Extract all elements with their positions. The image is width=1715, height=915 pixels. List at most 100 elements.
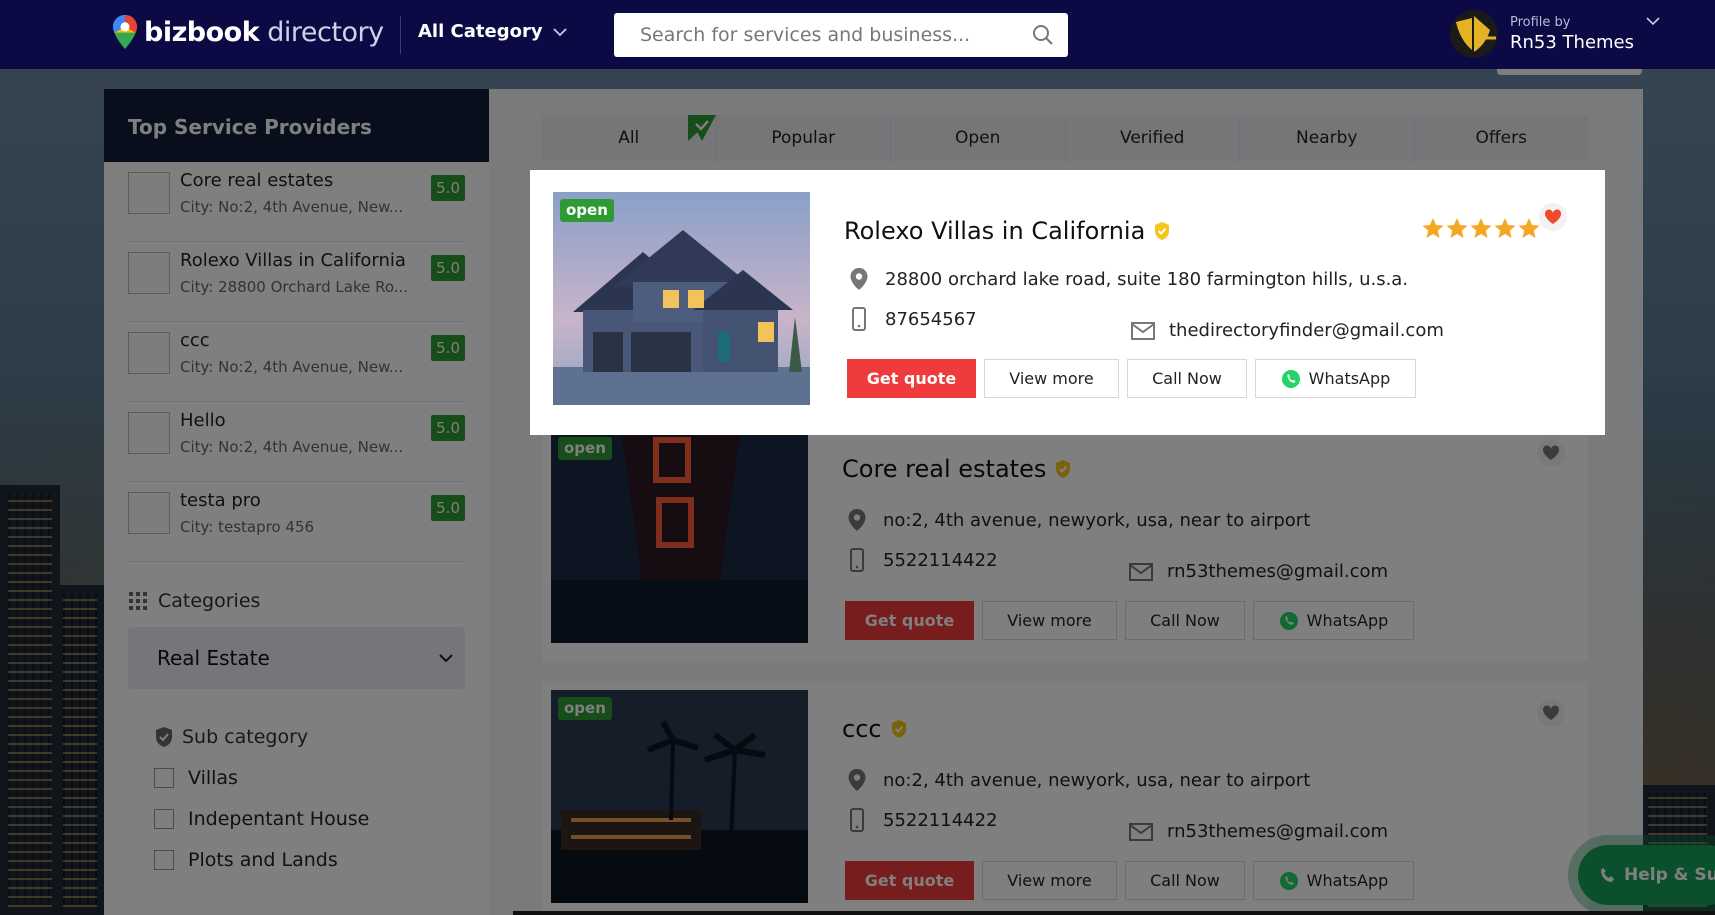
star-icon	[1422, 218, 1444, 238]
highlighted-listing: open Rolexo Villas in California 28800 o…	[530, 170, 1605, 435]
chevron-down-icon	[439, 654, 453, 663]
listing-image[interactable]: open	[553, 192, 810, 405]
mail-icon	[1131, 321, 1155, 340]
listing-image[interactable]: open	[551, 690, 808, 903]
address-text: no:2, 4th avenue, newyork, usa, near to …	[883, 769, 1311, 791]
subcategory-option[interactable]: Indepentant House	[154, 808, 439, 830]
provider-name: Hello	[180, 410, 226, 431]
phone-text: 87654567	[885, 308, 977, 330]
chevron-down-icon	[552, 27, 567, 36]
phone-icon	[1601, 868, 1614, 882]
tab-all[interactable]: All	[542, 115, 717, 161]
help-support-button[interactable]: Help & Su	[1578, 845, 1715, 905]
mobile-phone-icon	[852, 307, 866, 331]
subcategory-option-label: Plots and Lands	[188, 849, 338, 871]
location-pin-icon	[848, 769, 866, 791]
listing-image[interactable]: open	[551, 430, 808, 643]
view-more-button[interactable]: View more	[982, 861, 1117, 900]
subcategory-option-label: Villas	[188, 767, 238, 789]
provider-image	[128, 412, 170, 454]
map-pin-logo-icon	[113, 15, 137, 49]
header-divider	[400, 16, 401, 54]
provider-image	[128, 252, 170, 294]
phone-text: 5522114422	[883, 549, 998, 571]
listing-title[interactable]: Rolexo Villas in California	[844, 217, 1171, 245]
heart-icon	[1542, 705, 1560, 720]
category-select[interactable]: Real Estate	[128, 627, 465, 689]
whatsapp-icon	[1279, 611, 1298, 630]
provider-item[interactable]: Core real estates City: No:2, 4th Avenue…	[128, 162, 465, 242]
address-row: 28800 orchard lake road, suite 180 farmi…	[849, 267, 1408, 291]
profile-by-label: Profile by	[1510, 15, 1571, 30]
shield-check-icon	[156, 727, 172, 747]
categories-label: Categories	[158, 590, 261, 612]
checkbox[interactable]	[154, 809, 174, 829]
whatsapp-label: WhatsApp	[1306, 871, 1389, 890]
search-bar	[614, 13, 1068, 57]
favorite-button[interactable]	[1537, 699, 1565, 727]
provider-city: City: No:2, 4th Avenue, New...	[180, 358, 404, 376]
all-category-dropdown[interactable]: All Category	[418, 21, 567, 42]
profile-menu[interactable]: Profile by Rn53 Themes	[1450, 10, 1634, 58]
category-select-value: Real Estate	[157, 646, 270, 670]
listing-title[interactable]: ccc	[842, 715, 908, 743]
top-navigation-bar: bizbook directory All Category Profile b…	[0, 0, 1715, 69]
call-now-button[interactable]: Call Now	[1127, 359, 1247, 398]
mobile-phone-icon	[850, 548, 864, 572]
provider-item[interactable]: Hello City: No:2, 4th Avenue, New... 5.0	[128, 402, 465, 482]
get-quote-button[interactable]: Get quote	[845, 861, 974, 900]
whatsapp-icon	[1281, 369, 1300, 388]
email-text: rn53themes@gmail.com	[1167, 561, 1389, 582]
email-row: rn53themes@gmail.com	[1129, 561, 1388, 582]
whatsapp-button[interactable]: WhatsApp	[1253, 601, 1414, 640]
provider-item[interactable]: Rolexo Villas in California City: 28800 …	[128, 242, 465, 322]
favorite-button[interactable]	[1539, 203, 1567, 231]
checkbox[interactable]	[154, 850, 174, 870]
profile-chevron-down-icon[interactable]	[1646, 16, 1660, 26]
subcategory-option[interactable]: Plots and Lands	[154, 849, 439, 871]
provider-city: City: No:2, 4th Avenue, New...	[180, 438, 404, 456]
view-more-button[interactable]: View more	[982, 601, 1117, 640]
favorite-button[interactable]	[1537, 439, 1565, 467]
provider-image	[128, 492, 170, 534]
mail-icon	[1129, 822, 1153, 841]
call-now-button[interactable]: Call Now	[1125, 601, 1245, 640]
checkbox[interactable]	[154, 768, 174, 788]
provider-item[interactable]: ccc City: No:2, 4th Avenue, New... 5.0	[128, 322, 465, 402]
tab-open[interactable]: Open	[891, 115, 1066, 161]
provider-city: City: testapro 456	[180, 518, 315, 536]
provider-city: City: 28800 Orchard Lake Ro...	[180, 278, 409, 296]
listing-card: open ccc no:2, 4th avenue, newyork, usa,…	[542, 681, 1588, 915]
provider-name: Core real estates	[180, 170, 334, 191]
listing-title[interactable]: Core real estates	[842, 455, 1072, 483]
rating-badge: 5.0	[431, 495, 465, 521]
subcategory-option[interactable]: Villas	[154, 767, 439, 789]
profile-name: Rn53 Themes	[1510, 32, 1635, 53]
phone-row: 87654567	[849, 307, 977, 331]
sidebar-title: Top Service Providers	[104, 89, 489, 162]
search-input[interactable]	[640, 24, 1032, 46]
help-label: Help & Su	[1624, 865, 1715, 885]
provider-list: Core real estates City: No:2, 4th Avenue…	[104, 162, 489, 562]
active-check-icon	[687, 115, 716, 141]
get-quote-button[interactable]: Get quote	[845, 601, 974, 640]
top-strip	[1497, 69, 1642, 75]
logo[interactable]: bizbook directory	[112, 14, 384, 50]
house-photo	[553, 192, 810, 405]
tab-offers[interactable]: Offers	[1415, 115, 1589, 161]
open-badge: open	[560, 199, 614, 222]
provider-item[interactable]: testa pro City: testapro 456 5.0	[128, 482, 465, 562]
view-more-button[interactable]: View more	[984, 359, 1119, 398]
tab-popular[interactable]: Popular	[717, 115, 891, 161]
filter-tabs: All Popular Open Verified Nearby Offers	[542, 115, 1588, 161]
search-icon[interactable]	[1032, 24, 1054, 46]
whatsapp-button[interactable]: WhatsApp	[1255, 359, 1416, 398]
grid-icon	[129, 592, 147, 610]
rating-badge: 5.0	[431, 415, 465, 441]
get-quote-button[interactable]: Get quote	[847, 359, 976, 398]
whatsapp-button[interactable]: WhatsApp	[1253, 861, 1414, 900]
call-now-button[interactable]: Call Now	[1125, 861, 1245, 900]
tab-nearby[interactable]: Nearby	[1240, 115, 1415, 161]
tab-verified[interactable]: Verified	[1066, 115, 1240, 161]
provider-image	[128, 332, 170, 374]
